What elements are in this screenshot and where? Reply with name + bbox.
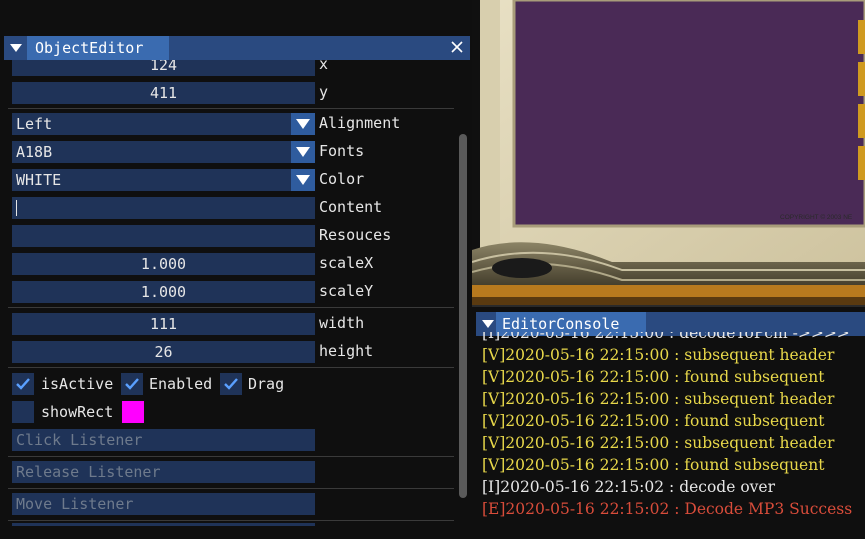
alignment-select[interactable]: Left bbox=[12, 113, 315, 135]
color-select[interactable]: WHITE bbox=[12, 169, 315, 191]
y-input[interactable]: 411 bbox=[12, 82, 315, 104]
x-input[interactable]: 124 bbox=[12, 60, 315, 76]
object-editor-title-bar[interactable]: ObjectEditor bbox=[4, 36, 470, 60]
alignment-value: Left bbox=[16, 115, 53, 133]
content-input[interactable] bbox=[12, 197, 315, 219]
color-label: Color bbox=[319, 170, 365, 188]
enabled-checkbox[interactable] bbox=[121, 373, 143, 395]
separator bbox=[8, 520, 454, 521]
copyright-text: COPYRIGHT © 2003 NE bbox=[780, 213, 853, 221]
object-editor-content: 124 x 411 y Left Alignment A18B Fonts WH… bbox=[8, 60, 456, 526]
fonts-value: A18B bbox=[16, 143, 53, 161]
scalex-label: scaleX bbox=[319, 254, 374, 272]
rect-color-swatch[interactable] bbox=[122, 401, 144, 423]
checkmark-icon bbox=[224, 378, 238, 390]
dropdown-icon[interactable] bbox=[291, 169, 315, 191]
resources-label: Resouces bbox=[319, 226, 392, 244]
close-icon[interactable] bbox=[448, 38, 466, 56]
separator bbox=[8, 367, 454, 368]
release-listener-button[interactable]: Release Listener bbox=[12, 461, 315, 483]
alignment-label: Alignment bbox=[319, 114, 401, 132]
move-listener-button[interactable]: Move Listener bbox=[12, 493, 315, 515]
scaley-label: scaleY bbox=[319, 282, 374, 300]
scaley-input[interactable]: 1.000 bbox=[12, 281, 315, 303]
console-line: [I]2020-05-16 22:15:00 : decodeToPcm ->>… bbox=[482, 332, 850, 342]
console-line: [V]2020-05-16 22:15:00 : found subsequen… bbox=[482, 368, 825, 386]
checkbox-row: isActive Enabled Drag bbox=[12, 373, 452, 395]
console-log[interactable]: [I]2020-05-16 22:15:00 : decodeToPcm ->>… bbox=[482, 332, 865, 538]
click-listener-button[interactable]: Click Listener bbox=[12, 429, 315, 451]
object-editor-panel: ObjectEditor 124 x 411 y Left Alignment bbox=[0, 0, 472, 539]
y-value: 411 bbox=[149, 84, 178, 102]
checkbox-row: showRect bbox=[12, 401, 452, 423]
game-view[interactable]: COPYRIGHT © 2003 NE bbox=[472, 0, 865, 305]
scalex-input[interactable]: 1.000 bbox=[12, 253, 315, 275]
fonts-select[interactable]: A18B bbox=[12, 141, 315, 163]
text-caret bbox=[16, 200, 17, 216]
editor-console-panel: EditorConsole [I]2020-05-16 22:15:00 : d… bbox=[472, 305, 865, 539]
x-label: x bbox=[319, 60, 329, 73]
height-value: 26 bbox=[154, 343, 173, 361]
collapse-icon[interactable] bbox=[480, 316, 496, 332]
console-line: [V]2020-05-16 22:15:00 : subsequent head… bbox=[482, 434, 835, 452]
separator bbox=[8, 456, 454, 457]
dropdown-icon[interactable] bbox=[291, 113, 315, 135]
console-line: [I]2020-05-16 22:15:02 : decode over bbox=[482, 478, 776, 496]
height-label: height bbox=[319, 342, 374, 360]
width-label: width bbox=[319, 314, 365, 332]
x-value: 124 bbox=[149, 60, 178, 74]
release-listener-label: Release Listener bbox=[16, 463, 161, 481]
checkmark-icon bbox=[125, 378, 139, 390]
book-artwork: COPYRIGHT © 2003 NE bbox=[472, 0, 865, 305]
separator bbox=[8, 488, 454, 489]
fonts-label: Fonts bbox=[319, 142, 365, 160]
y-label: y bbox=[319, 83, 329, 101]
scaley-value: 1.000 bbox=[140, 283, 187, 301]
console-line: [V]2020-05-16 22:15:00 : subsequent head… bbox=[482, 346, 835, 364]
click-listener-label: Click Listener bbox=[16, 431, 143, 449]
drag-label: Drag bbox=[248, 375, 285, 393]
enabled-label: Enabled bbox=[149, 375, 213, 393]
scalex-value: 1.000 bbox=[140, 255, 187, 273]
isactive-label: isActive bbox=[41, 375, 114, 393]
separator bbox=[8, 307, 454, 308]
width-value: 111 bbox=[149, 315, 178, 333]
height-input[interactable]: 26 bbox=[12, 341, 315, 363]
content-label: Content bbox=[319, 198, 383, 216]
dropdown-icon[interactable] bbox=[291, 141, 315, 163]
checkmark-icon bbox=[16, 378, 30, 390]
tab-object-editor[interactable]: ObjectEditor bbox=[27, 36, 169, 60]
next-listener-button[interactable] bbox=[12, 523, 315, 526]
width-input[interactable]: 111 bbox=[12, 313, 315, 335]
drag-checkbox[interactable] bbox=[220, 373, 242, 395]
move-listener-label: Move Listener bbox=[16, 495, 134, 513]
showrect-checkbox[interactable] bbox=[12, 401, 34, 423]
console-line: [V]2020-05-16 22:15:00 : found subsequen… bbox=[482, 412, 825, 430]
console-line: [V]2020-05-16 22:15:00 : subsequent head… bbox=[482, 390, 835, 408]
collapse-icon[interactable] bbox=[8, 40, 24, 56]
object-editor-scrollbar[interactable] bbox=[456, 60, 470, 526]
showrect-label: showRect bbox=[41, 403, 114, 421]
resources-input[interactable] bbox=[12, 225, 315, 247]
isactive-checkbox[interactable] bbox=[12, 373, 34, 395]
color-value: WHITE bbox=[16, 171, 62, 189]
console-line: [V]2020-05-16 22:15:00 : found subsequen… bbox=[482, 456, 825, 474]
object-editor-title: ObjectEditor bbox=[35, 39, 144, 57]
scrollbar-thumb[interactable] bbox=[459, 134, 467, 498]
console-line: [E]2020-05-16 22:15:02 : Decode MP3 Succ… bbox=[482, 500, 853, 518]
separator bbox=[8, 108, 454, 109]
editor-console-title: EditorConsole bbox=[502, 315, 620, 333]
